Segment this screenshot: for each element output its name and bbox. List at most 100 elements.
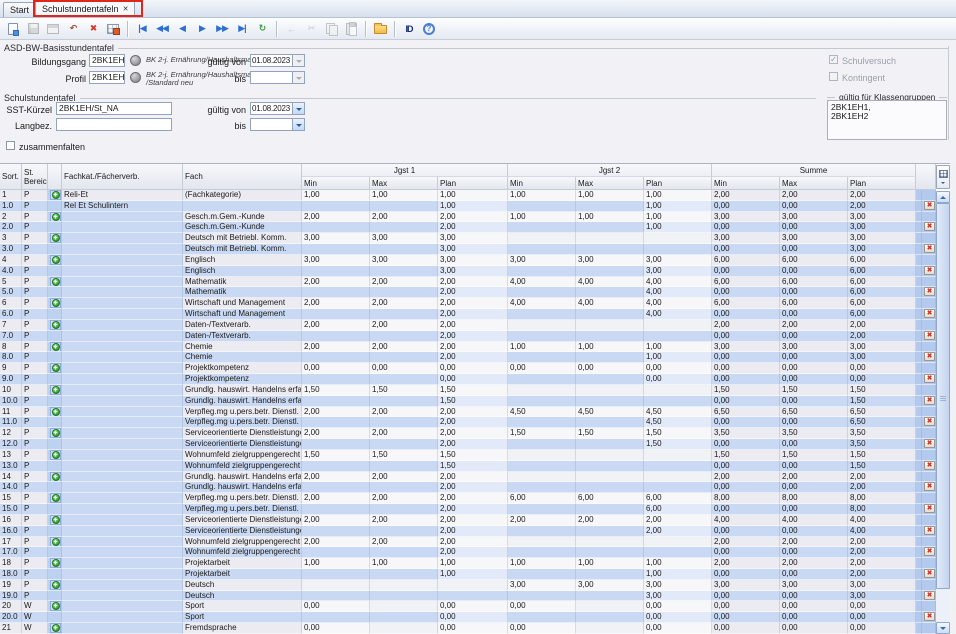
cell-jgst1-max[interactable]: 0,00 [370, 363, 438, 374]
grid-edit-icon[interactable] [104, 20, 122, 38]
cell-fachkat[interactable] [62, 352, 183, 363]
cell-jgst2-max[interactable]: 1,50 [576, 428, 644, 439]
cell-bereich[interactable]: P [22, 526, 48, 537]
cell-fachkat[interactable] [62, 428, 183, 439]
cell-add[interactable] [48, 352, 62, 363]
cell-bereich[interactable]: P [22, 450, 48, 461]
cell-delete[interactable]: ✖ [922, 482, 936, 493]
cell-add[interactable]: + [48, 558, 62, 569]
cell-jgst2-plan[interactable]: 6,00 [644, 504, 712, 515]
cell-delete[interactable] [922, 342, 936, 353]
cell-jgst2-max[interactable] [576, 396, 644, 407]
cell-sort[interactable]: 21 [0, 623, 22, 634]
cell-add[interactable]: + [48, 493, 62, 504]
cell-jgst2-plan[interactable]: 3,00 [644, 591, 712, 602]
cell-sort[interactable]: 9.0 [0, 374, 22, 385]
cell-sort[interactable]: 16.0 [0, 526, 22, 537]
cell-fachkat[interactable] [62, 537, 183, 548]
cell-fachkat[interactable] [62, 363, 183, 374]
cell-fachkat[interactable] [62, 591, 183, 602]
folder-icon[interactable] [371, 20, 389, 38]
cell-bereich[interactable]: P [22, 493, 48, 504]
sst-kuerzel-field[interactable]: 2BK1EH/St_NA [56, 102, 172, 115]
cell-jgst1-max[interactable] [370, 580, 438, 591]
delete-row-button[interactable]: ✖ [924, 222, 935, 231]
cell-summe-max[interactable]: 0,00 [780, 623, 848, 634]
cell-jgst2-plan[interactable] [644, 233, 712, 244]
cell-sort[interactable]: 2.0 [0, 222, 22, 233]
cell-fachkat[interactable] [62, 493, 183, 504]
cell-delete[interactable]: ✖ [922, 504, 936, 515]
cell-jgst1-min[interactable]: 2,00 [302, 342, 370, 353]
cell-add[interactable] [48, 439, 62, 450]
cell-fachkat[interactable]: Rel Et Schulintern [62, 201, 183, 212]
cell-jgst2-plan[interactable]: 6,00 [644, 493, 712, 504]
cell-summe-max[interactable]: 0,00 [780, 352, 848, 363]
cell-jgst1-max[interactable] [370, 461, 438, 472]
cell-add[interactable]: + [48, 277, 62, 288]
cell-summe-plan[interactable]: 8,00 [848, 504, 916, 515]
cell-summe-plan[interactable]: 2,00 [848, 547, 916, 558]
langbez-field[interactable] [56, 118, 172, 131]
cell-summe-min[interactable]: 0,00 [712, 612, 780, 623]
cell-delete[interactable]: ✖ [922, 266, 936, 277]
cell-summe-max[interactable]: 6,00 [780, 255, 848, 266]
cell-fachkat[interactable] [62, 547, 183, 558]
add-button[interactable]: + [50, 601, 61, 611]
cell-fachkat[interactable] [62, 504, 183, 515]
cell-fachkat[interactable] [62, 266, 183, 277]
cell-bereich[interactable]: P [22, 244, 48, 255]
cell-bereich[interactable]: P [22, 222, 48, 233]
column-header-jgst1-max[interactable]: Max [370, 177, 438, 190]
cell-fach[interactable]: Sport [183, 601, 302, 612]
cell-summe-max[interactable]: 2,00 [780, 537, 848, 548]
cell-jgst2-plan[interactable] [644, 472, 712, 483]
cell-jgst2-max[interactable] [576, 569, 644, 580]
cell-jgst1-max[interactable] [370, 504, 438, 515]
cell-add[interactable]: + [48, 428, 62, 439]
cell-sort[interactable]: 19 [0, 580, 22, 591]
cell-fach[interactable]: Serviceorientierte Dienstleistungen anb.… [183, 428, 302, 439]
cell-jgst1-min[interactable]: 3,00 [302, 255, 370, 266]
cell-jgst1-min[interactable]: 2,00 [302, 493, 370, 504]
cell-add[interactable]: + [48, 298, 62, 309]
add-button[interactable]: + [50, 558, 61, 568]
cell-add[interactable]: + [48, 190, 62, 201]
column-header-sort[interactable]: Sort. [0, 164, 22, 190]
cell-summe-min[interactable]: 0,00 [712, 352, 780, 363]
cell-jgst1-max[interactable] [370, 374, 438, 385]
cell-summe-plan[interactable]: 0,00 [848, 374, 916, 385]
cell-jgst2-min[interactable]: 4,00 [508, 277, 576, 288]
cell-fach[interactable]: Deutsch [183, 580, 302, 591]
cell-jgst1-plan[interactable]: 3,00 [438, 244, 508, 255]
cell-jgst2-max[interactable]: 4,00 [576, 277, 644, 288]
cell-summe-max[interactable]: 0,00 [780, 417, 848, 428]
cell-jgst2-plan[interactable]: 1,00 [644, 201, 712, 212]
cell-bereich[interactable]: P [22, 515, 48, 526]
cell-delete[interactable] [922, 298, 936, 309]
cell-fachkat[interactable] [62, 558, 183, 569]
cell-summe-plan[interactable]: 3,50 [848, 428, 916, 439]
delete-row-button[interactable]: ✖ [924, 331, 935, 340]
cell-jgst2-max[interactable] [576, 461, 644, 472]
cell-sort[interactable]: 9 [0, 363, 22, 374]
group-header-jgst1[interactable]: Jgst 1 [302, 164, 508, 177]
cell-jgst2-max[interactable] [576, 222, 644, 233]
cell-jgst1-max[interactable]: 1,50 [370, 450, 438, 461]
cell-jgst1-min[interactable] [302, 504, 370, 515]
cell-jgst1-plan[interactable]: 2,00 [438, 212, 508, 223]
cell-jgst2-min[interactable] [508, 569, 576, 580]
cell-bereich[interactable]: W [22, 623, 48, 634]
cell-summe-min[interactable]: 0,00 [712, 526, 780, 537]
cell-jgst2-max[interactable] [576, 287, 644, 298]
cell-jgst1-max[interactable]: 1,00 [370, 190, 438, 201]
cell-fachkat[interactable] [62, 396, 183, 407]
group-header-summe[interactable]: Summe [712, 164, 916, 177]
cell-add[interactable] [48, 331, 62, 342]
cell-jgst1-max[interactable]: 2,00 [370, 407, 438, 418]
cell-jgst1-max[interactable]: 2,00 [370, 277, 438, 288]
cell-fachkat[interactable] [62, 450, 183, 461]
cell-summe-min[interactable]: 2,00 [712, 472, 780, 483]
cell-jgst2-plan[interactable]: 1,00 [644, 222, 712, 233]
cell-jgst1-plan[interactable]: 2,00 [438, 222, 508, 233]
